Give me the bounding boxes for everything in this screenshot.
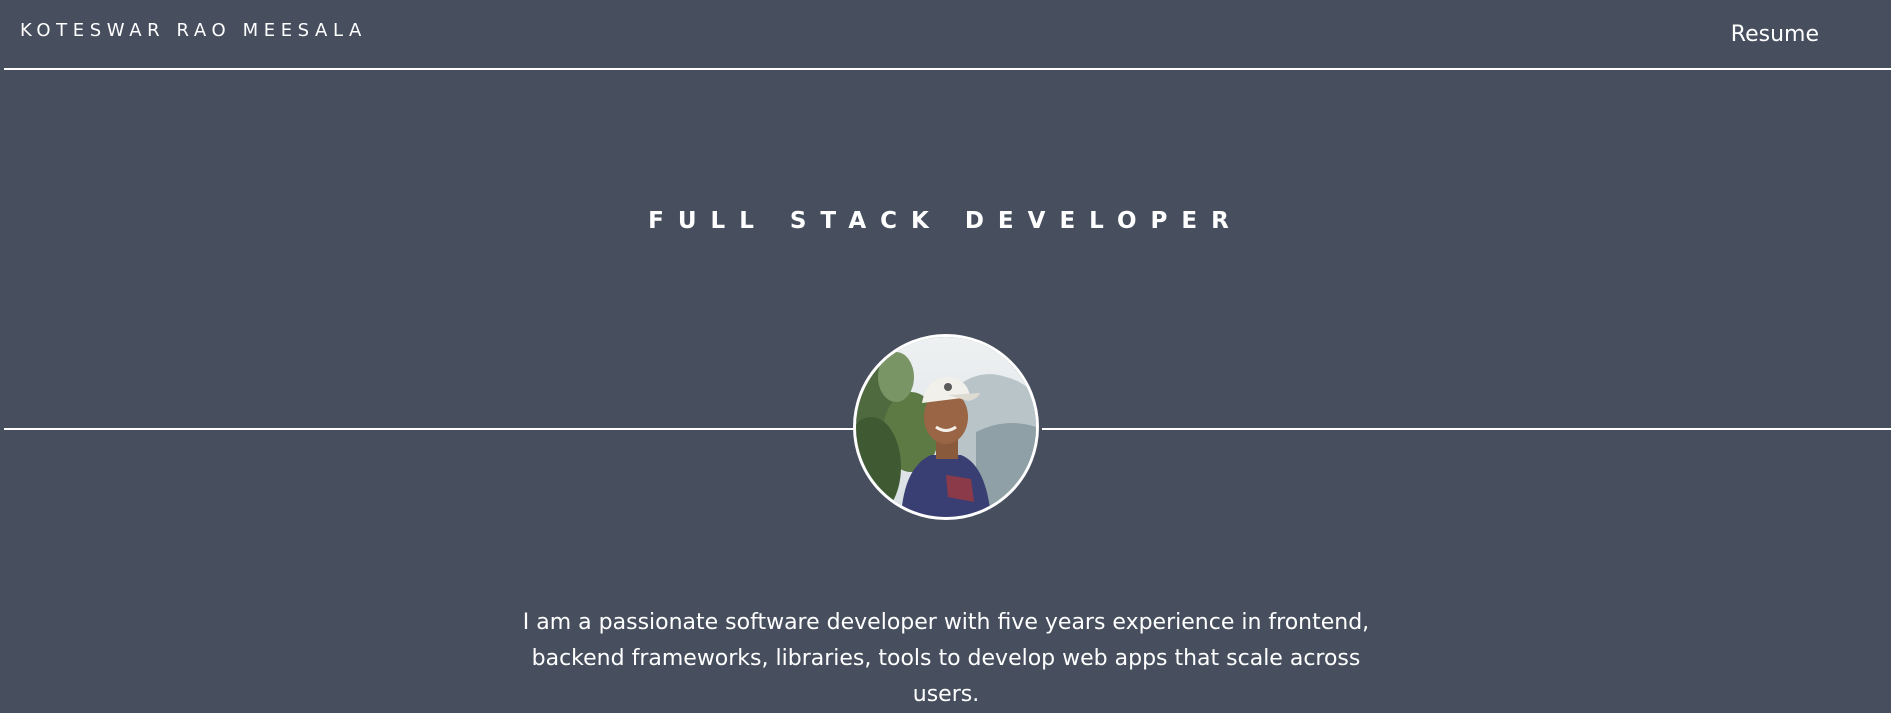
brand-name-link[interactable]: KOTESWAR RAO MEESALA <box>20 20 367 41</box>
page-title: FULL STACK DEVELOPER <box>648 208 1243 234</box>
hero-divider-right <box>1042 428 1891 430</box>
profile-photo-avatar <box>853 334 1039 520</box>
site-header: KOTESWAR RAO MEESALA Resume <box>0 0 1891 70</box>
bio-text: I am a passionate software developer wit… <box>522 610 1370 707</box>
header-divider <box>4 68 1891 70</box>
hero-divider-left <box>4 428 856 430</box>
resume-link[interactable]: Resume <box>1731 22 1819 47</box>
profile-photo-image <box>856 337 1036 517</box>
